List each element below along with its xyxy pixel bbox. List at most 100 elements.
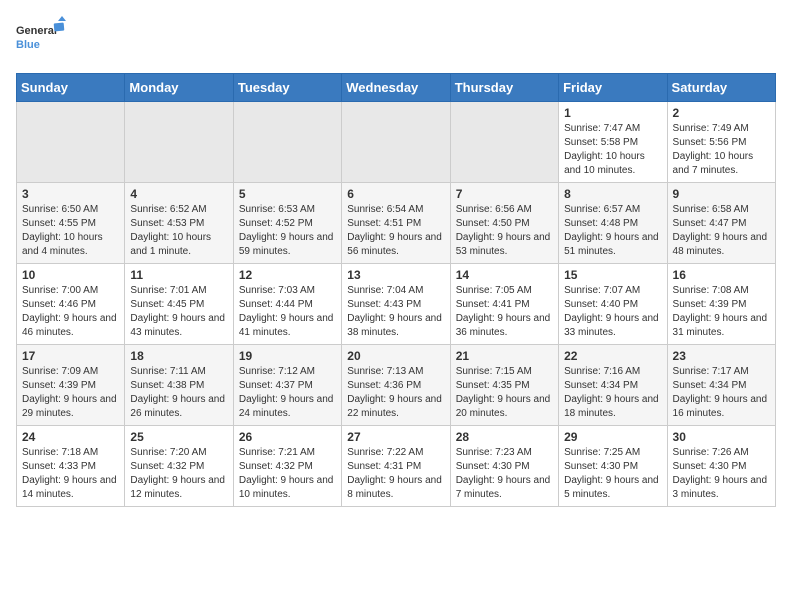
calendar-cell: 23 Sunrise: 7:17 AM Sunset: 4:34 PM Dayli… — [667, 345, 775, 426]
calendar-week-row: 1 Sunrise: 7:47 AM Sunset: 5:58 PM Daylig… — [17, 102, 776, 183]
day-number: 3 — [22, 187, 119, 201]
day-content: Sunrise: 7:04 AM Sunset: 4:43 PM Dayligh… — [347, 284, 444, 340]
calendar-cell: 2Sunrise: 7:49 AM Sunset: 5:56 PM Daylig… — [667, 102, 775, 183]
day-number: 12 — [239, 268, 336, 282]
calendar-cell: 30Sunrise: 7:26 AM Sunset: 4:30 PM Dayli… — [667, 426, 775, 507]
day-number: 8 — [564, 187, 661, 201]
calendar-cell: 21Sunrise: 7:15 AM Sunset: 4:35 PM Dayli… — [450, 345, 558, 426]
calendar-cell: 19Sunrise: 7:12 AM Sunset: 4:37 PM Dayli… — [233, 345, 341, 426]
day-content: Sunrise: 7:21 AM Sunset: 4:32 PM Dayligh… — [239, 446, 336, 502]
day-content: Sunrise: 7:20 AM Sunset: 4:32 PM Dayligh… — [130, 446, 227, 502]
day-number: 1 — [564, 106, 661, 120]
calendar-header-row: SundayMondayTuesdayWednesdayThursdayFrid… — [17, 74, 776, 102]
calendar-cell: 28 Sunrise: 7:23 AM Sunset: 4:30 PM Dayli… — [450, 426, 558, 507]
calendar-cell: 6 Sunrise: 6:54 AM Sunset: 4:51 PM Daylig… — [342, 183, 450, 264]
calendar-table: SundayMondayTuesdayWednesdayThursdayFrid… — [16, 73, 776, 507]
calendar-cell: 8 Sunrise: 6:57 AM Sunset: 4:48 PM Daylig… — [559, 183, 667, 264]
column-header-saturday: Saturday — [667, 74, 775, 102]
day-content: Sunrise: 6:57 AM Sunset: 4:48 PM Dayligh… — [564, 203, 661, 259]
day-content: Sunrise: 6:58 AM Sunset: 4:47 PM Dayligh… — [673, 203, 770, 259]
calendar-cell: 4Sunrise: 6:52 AM Sunset: 4:53 PM Daylig… — [125, 183, 233, 264]
calendar-week-row: 17 Sunrise: 7:09 AM Sunset: 4:39 PM Dayli… — [17, 345, 776, 426]
day-number: 24 — [22, 430, 119, 444]
calendar-cell: 18Sunrise: 7:11 AM Sunset: 4:38 PM Dayli… — [125, 345, 233, 426]
day-content: Sunrise: 7:47 AM Sunset: 5:58 PM Dayligh… — [564, 122, 661, 178]
calendar-week-row: 3Sunrise: 6:50 AM Sunset: 4:55 PM Daylig… — [17, 183, 776, 264]
day-number: 25 — [130, 430, 227, 444]
day-number: 26 — [239, 430, 336, 444]
svg-text:General: General — [16, 25, 57, 37]
day-content: Sunrise: 7:05 AM Sunset: 4:41 PM Dayligh… — [456, 284, 553, 340]
calendar-cell: 29Sunrise: 7:25 AM Sunset: 4:30 PM Dayli… — [559, 426, 667, 507]
day-number: 11 — [130, 268, 227, 282]
day-number: 13 — [347, 268, 444, 282]
calendar-cell: 10 Sunrise: 7:00 AM Sunset: 4:46 PM Dayli… — [17, 264, 125, 345]
day-content: Sunrise: 7:16 AM Sunset: 4:34 PM Dayligh… — [564, 365, 661, 421]
day-number: 21 — [456, 349, 553, 363]
day-content: Sunrise: 7:17 AM Sunset: 4:34 PM Dayligh… — [673, 365, 770, 421]
calendar-cell — [233, 102, 341, 183]
calendar-cell: 15 Sunrise: 7:07 AM Sunset: 4:40 PM Dayli… — [559, 264, 667, 345]
day-content: Sunrise: 7:09 AM Sunset: 4:39 PM Dayligh… — [22, 365, 119, 421]
calendar-cell: 13 Sunrise: 7:04 AM Sunset: 4:43 PM Dayli… — [342, 264, 450, 345]
day-content: Sunrise: 7:23 AM Sunset: 4:30 PM Dayligh… — [456, 446, 553, 502]
logo-svg: General Blue — [16, 16, 66, 61]
day-content: Sunrise: 6:56 AM Sunset: 4:50 PM Dayligh… — [456, 203, 553, 259]
svg-text:Blue: Blue — [16, 39, 40, 51]
day-number: 5 — [239, 187, 336, 201]
day-number: 30 — [673, 430, 770, 444]
logo: General Blue — [16, 16, 66, 61]
column-header-wednesday: Wednesday — [342, 74, 450, 102]
calendar-cell — [17, 102, 125, 183]
day-number: 27 — [347, 430, 444, 444]
calendar-cell: 27 Sunrise: 7:22 AM Sunset: 4:31 PM Dayli… — [342, 426, 450, 507]
column-header-monday: Monday — [125, 74, 233, 102]
calendar-week-row: 24 Sunrise: 7:18 AM Sunset: 4:33 PM Dayli… — [17, 426, 776, 507]
column-header-thursday: Thursday — [450, 74, 558, 102]
page-header: General Blue — [16, 16, 776, 61]
day-content: Sunrise: 7:07 AM Sunset: 4:40 PM Dayligh… — [564, 284, 661, 340]
calendar-cell: 14 Sunrise: 7:05 AM Sunset: 4:41 PM Dayli… — [450, 264, 558, 345]
column-header-sunday: Sunday — [17, 74, 125, 102]
day-content: Sunrise: 7:03 AM Sunset: 4:44 PM Dayligh… — [239, 284, 336, 340]
calendar-cell: 25 Sunrise: 7:20 AM Sunset: 4:32 PM Dayli… — [125, 426, 233, 507]
calendar-cell — [342, 102, 450, 183]
day-content: Sunrise: 7:08 AM Sunset: 4:39 PM Dayligh… — [673, 284, 770, 340]
day-number: 23 — [673, 349, 770, 363]
day-number: 18 — [130, 349, 227, 363]
calendar-cell: 5 Sunrise: 6:53 AM Sunset: 4:52 PM Daylig… — [233, 183, 341, 264]
calendar-cell: 12 Sunrise: 7:03 AM Sunset: 4:44 PM Dayli… — [233, 264, 341, 345]
day-number: 14 — [456, 268, 553, 282]
calendar-cell: 9 Sunrise: 6:58 AM Sunset: 4:47 PM Daylig… — [667, 183, 775, 264]
day-number: 15 — [564, 268, 661, 282]
calendar-cell: 20 Sunrise: 7:13 AM Sunset: 4:36 PM Dayli… — [342, 345, 450, 426]
day-number: 7 — [456, 187, 553, 201]
day-content: Sunrise: 6:54 AM Sunset: 4:51 PM Dayligh… — [347, 203, 444, 259]
day-number: 6 — [347, 187, 444, 201]
calendar-cell: 3Sunrise: 6:50 AM Sunset: 4:55 PM Daylig… — [17, 183, 125, 264]
calendar-cell: 22 Sunrise: 7:16 AM Sunset: 4:34 PM Dayli… — [559, 345, 667, 426]
day-number: 17 — [22, 349, 119, 363]
day-number: 28 — [456, 430, 553, 444]
column-header-friday: Friday — [559, 74, 667, 102]
day-number: 19 — [239, 349, 336, 363]
day-content: Sunrise: 7:18 AM Sunset: 4:33 PM Dayligh… — [22, 446, 119, 502]
day-content: Sunrise: 7:01 AM Sunset: 4:45 PM Dayligh… — [130, 284, 227, 340]
day-number: 2 — [673, 106, 770, 120]
calendar-cell: 11 Sunrise: 7:01 AM Sunset: 4:45 PM Dayli… — [125, 264, 233, 345]
calendar-cell: 7 Sunrise: 6:56 AM Sunset: 4:50 PM Daylig… — [450, 183, 558, 264]
day-number: 22 — [564, 349, 661, 363]
calendar-cell: 1 Sunrise: 7:47 AM Sunset: 5:58 PM Daylig… — [559, 102, 667, 183]
day-number: 9 — [673, 187, 770, 201]
day-number: 16 — [673, 268, 770, 282]
calendar-cell: 17 Sunrise: 7:09 AM Sunset: 4:39 PM Dayli… — [17, 345, 125, 426]
day-content: Sunrise: 7:13 AM Sunset: 4:36 PM Dayligh… — [347, 365, 444, 421]
day-number: 10 — [22, 268, 119, 282]
calendar-cell: 16 Sunrise: 7:08 AM Sunset: 4:39 PM Dayli… — [667, 264, 775, 345]
day-content: Sunrise: 7:00 AM Sunset: 4:46 PM Dayligh… — [22, 284, 119, 340]
day-content: Sunrise: 6:53 AM Sunset: 4:52 PM Dayligh… — [239, 203, 336, 259]
day-content: Sunrise: 7:22 AM Sunset: 4:31 PM Dayligh… — [347, 446, 444, 502]
calendar-cell — [450, 102, 558, 183]
calendar-cell: 26 Sunrise: 7:21 AM Sunset: 4:32 PM Dayli… — [233, 426, 341, 507]
day-number: 20 — [347, 349, 444, 363]
